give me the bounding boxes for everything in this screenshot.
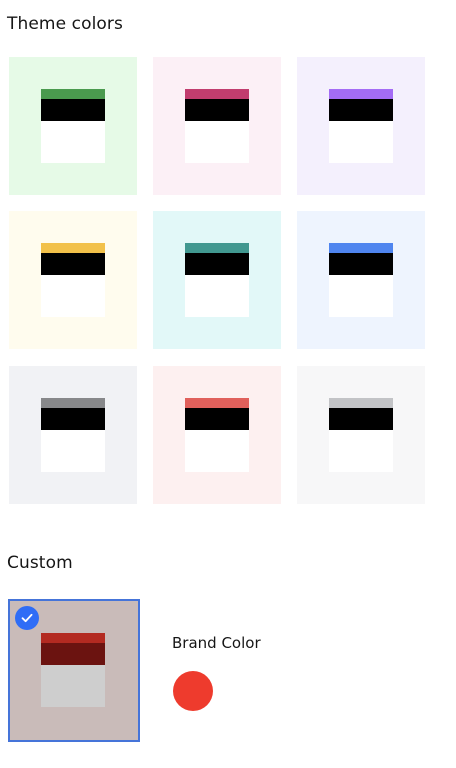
theme-swatch-pink[interactable] bbox=[153, 57, 281, 195]
theme-header-bar bbox=[185, 253, 249, 275]
theme-header-bar bbox=[41, 253, 105, 275]
theme-accent-bar bbox=[329, 243, 393, 253]
brand-color-picker[interactable] bbox=[173, 671, 213, 711]
theme-colors-title: Theme colors bbox=[7, 14, 123, 34]
theme-header-bar bbox=[329, 99, 393, 121]
theme-swatch-yellow[interactable] bbox=[9, 211, 137, 349]
theme-header-bar bbox=[329, 253, 393, 275]
theme-accent-bar bbox=[185, 398, 249, 408]
theme-content-area bbox=[41, 430, 105, 472]
theme-swatch-silver[interactable] bbox=[297, 366, 425, 504]
theme-preview bbox=[41, 243, 105, 317]
theme-header-bar bbox=[185, 408, 249, 430]
theme-accent-bar bbox=[41, 89, 105, 99]
custom-theme-swatch[interactable] bbox=[8, 599, 140, 742]
theme-header-bar bbox=[41, 99, 105, 121]
theme-swatch-red[interactable] bbox=[153, 366, 281, 504]
theme-preview bbox=[185, 89, 249, 163]
theme-content-area bbox=[41, 275, 105, 317]
custom-title: Custom bbox=[7, 553, 73, 573]
theme-swatch-teal[interactable] bbox=[153, 211, 281, 349]
theme-swatch-gray[interactable] bbox=[9, 366, 137, 504]
theme-accent-bar bbox=[329, 398, 393, 408]
custom-content-area bbox=[41, 665, 105, 707]
theme-accent-bar bbox=[41, 243, 105, 253]
theme-accent-bar bbox=[329, 89, 393, 99]
theme-preview bbox=[185, 398, 249, 472]
theme-preview bbox=[329, 398, 393, 472]
theme-preview bbox=[329, 89, 393, 163]
custom-theme-preview bbox=[41, 633, 105, 707]
theme-content-area bbox=[185, 275, 249, 317]
custom-header-bar bbox=[41, 643, 105, 665]
theme-header-bar bbox=[41, 408, 105, 430]
selected-check-icon bbox=[15, 606, 39, 630]
theme-content-area bbox=[329, 430, 393, 472]
theme-header-bar bbox=[185, 99, 249, 121]
theme-swatch-green[interactable] bbox=[9, 57, 137, 195]
theme-header-bar bbox=[329, 408, 393, 430]
theme-content-area bbox=[41, 121, 105, 163]
theme-content-area bbox=[185, 121, 249, 163]
theme-accent-bar bbox=[185, 243, 249, 253]
theme-preview bbox=[329, 243, 393, 317]
theme-swatch-purple[interactable] bbox=[297, 57, 425, 195]
theme-swatch-blue[interactable] bbox=[297, 211, 425, 349]
theme-accent-bar bbox=[41, 398, 105, 408]
custom-accent-bar bbox=[41, 633, 105, 643]
theme-content-area bbox=[329, 121, 393, 163]
theme-content-area bbox=[185, 430, 249, 472]
theme-accent-bar bbox=[185, 89, 249, 99]
theme-preview bbox=[185, 243, 249, 317]
brand-color-label: Brand Color bbox=[172, 634, 261, 652]
theme-preview bbox=[41, 398, 105, 472]
theme-content-area bbox=[329, 275, 393, 317]
theme-preview bbox=[41, 89, 105, 163]
